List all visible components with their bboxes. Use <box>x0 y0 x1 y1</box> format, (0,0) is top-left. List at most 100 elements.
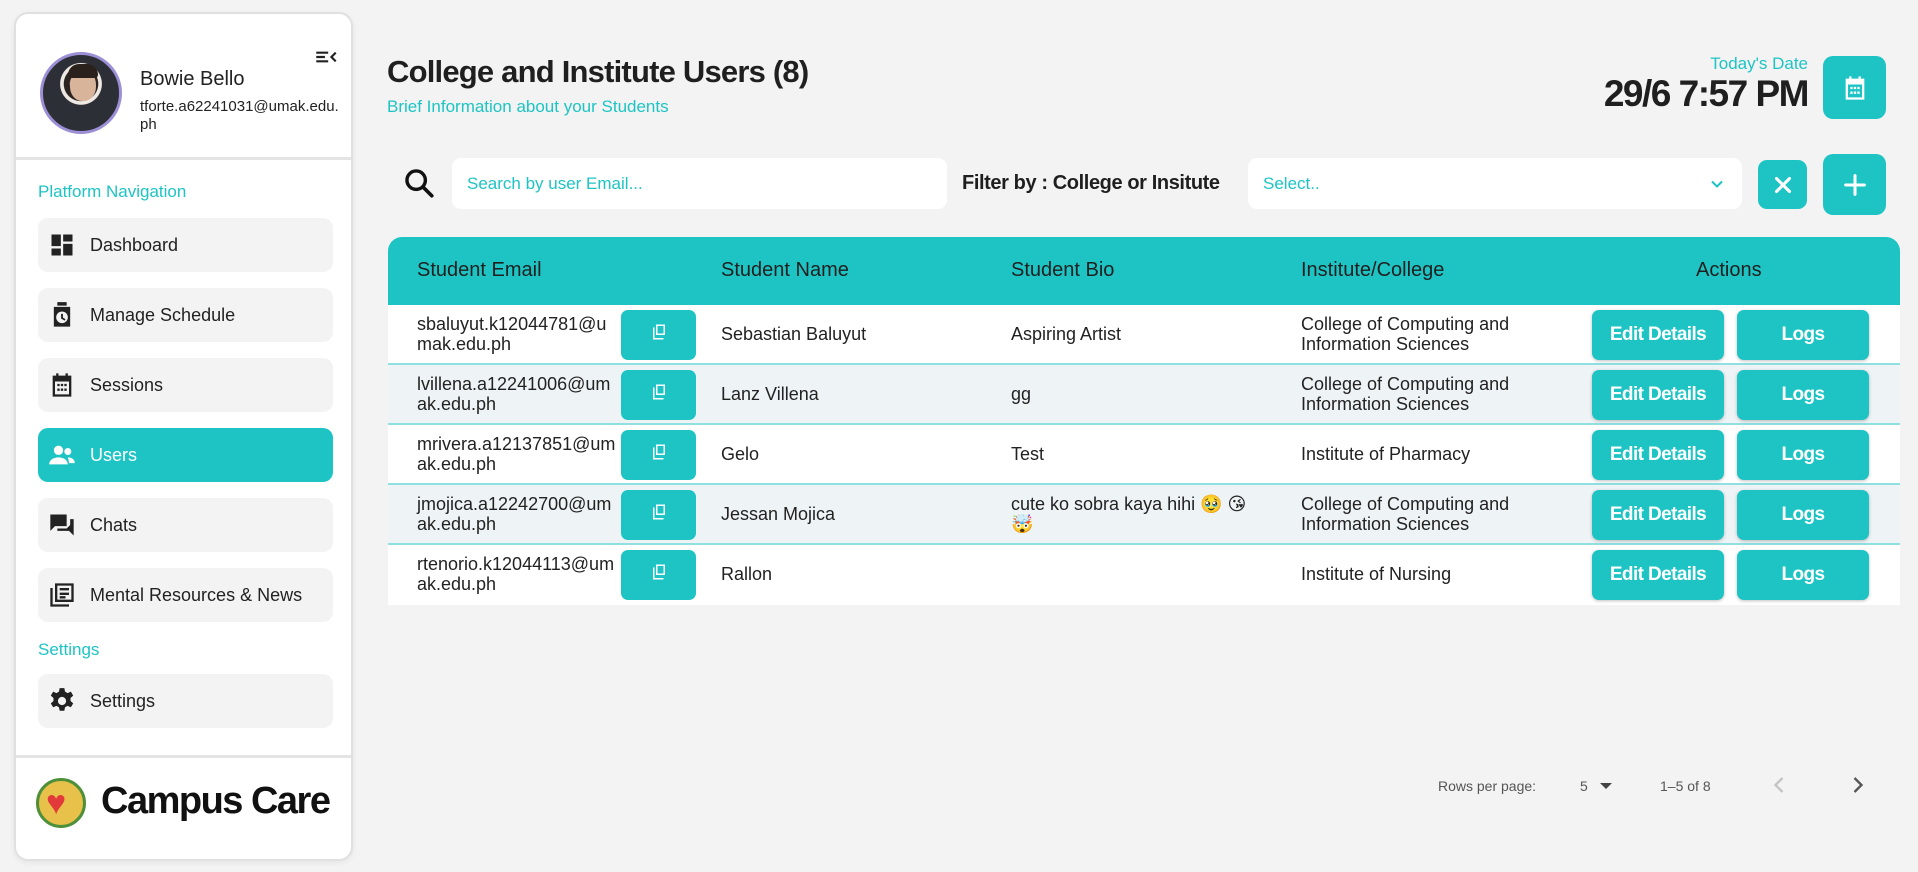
sidebar-item-label: Sessions <box>90 374 164 395</box>
add-user-button[interactable] <box>1823 154 1886 215</box>
student-name: Lanz Villena <box>721 384 819 404</box>
brand: Campus Care <box>16 755 351 861</box>
search-input[interactable] <box>452 158 947 209</box>
copy-email-button[interactable] <box>621 430 696 480</box>
copy-icon <box>652 504 665 520</box>
student-name: Gelo <box>721 444 760 464</box>
edit-details-button[interactable]: Edit Details <box>1592 550 1724 600</box>
filter-label: Filter by : College or Insitute <box>962 172 1220 194</box>
edit-details-button[interactable]: Edit Details <box>1592 430 1724 480</box>
student-name: Jessan Mojica <box>721 504 836 524</box>
edit-details-button[interactable]: Edit Details <box>1592 310 1724 360</box>
logs-button[interactable]: Logs <box>1737 490 1869 540</box>
student-email: sbaluyut.k12044781@umak.edu.ph <box>417 314 607 354</box>
campus-care-logo <box>36 778 86 828</box>
calendar-icon <box>1845 75 1864 100</box>
sidebar-item-settings[interactable]: Settings <box>38 674 333 728</box>
student-bio: gg <box>1011 384 1032 404</box>
student-bio: Aspiring Artist <box>1011 324 1122 344</box>
date-label: Today's Date <box>1710 54 1808 73</box>
date-value: 29/6 7:57 PM <box>1603 73 1810 114</box>
sidebar-item-label: Users <box>90 444 138 465</box>
sidebar-item-label: Mental Resources & News <box>90 584 303 605</box>
sidebar-item-manage-schedule[interactable]: Manage Schedule <box>38 288 333 342</box>
edit-details-button[interactable]: Edit Details <box>1592 370 1724 420</box>
clear-filter-button[interactable] <box>1758 160 1807 209</box>
student-name: Sebastian Baluyut <box>721 324 867 344</box>
student-bio: cute ko sobra kaya hihi 🥹 😘 🤯 <box>1011 494 1247 534</box>
close-icon <box>1774 176 1791 193</box>
student-institute: Institute of Pharmacy <box>1301 444 1471 464</box>
rows-per-page-label: Rows per page: <box>1438 778 1537 794</box>
search-icon <box>402 166 436 200</box>
student-institute: Institute of Nursing <box>1301 564 1452 584</box>
student-institute: College of Computing and Information Sci… <box>1301 494 1510 534</box>
sidebar-item-label: Chats <box>90 514 138 535</box>
logs-button[interactable]: Logs <box>1737 430 1869 480</box>
section-label-navigation: Platform Navigation <box>38 182 187 201</box>
brand-name: Campus Care <box>101 780 331 822</box>
rows-per-page-select[interactable]: 5 <box>1580 774 1620 798</box>
copy-email-button[interactable] <box>621 550 696 600</box>
student-email: jmojica.a12242700@umak.edu.ph <box>417 494 612 534</box>
chat-icon <box>48 511 76 539</box>
profile-card: Bowie Bello tforte.a62241031@umak.edu.ph <box>16 14 351 160</box>
copy-icon <box>652 324 665 340</box>
copy-email-button[interactable] <box>621 490 696 540</box>
chevron-left-icon <box>1773 777 1784 793</box>
caret-down-icon <box>1600 783 1612 789</box>
copy-email-button[interactable] <box>621 310 696 360</box>
column-header-email: Student Email <box>417 259 542 281</box>
sidebar-item-users[interactable]: Users <box>38 428 333 482</box>
news-icon <box>48 581 76 609</box>
users-icon <box>48 441 76 469</box>
gear-icon <box>48 687 76 715</box>
sidebar-item-dashboard[interactable]: Dashboard <box>38 218 333 272</box>
copy-email-button[interactable] <box>621 370 696 420</box>
edit-details-button[interactable]: Edit Details <box>1592 490 1724 540</box>
sidebar: Bowie Bello tforte.a62241031@umak.edu.ph… <box>14 12 353 861</box>
student-email: lvillena.a12241006@umak.edu.ph <box>417 374 611 414</box>
rows-per-page-value: 5 <box>1580 778 1588 794</box>
copy-icon <box>652 564 665 580</box>
filter-select-value: Select.. <box>1263 174 1320 193</box>
table-row: jmojica.a12242700@umak.edu.ph Jessan Moj… <box>388 485 1900 545</box>
page-subtitle: Brief Information about your Students <box>387 97 669 116</box>
pagination-range: 1–5 of 8 <box>1660 778 1711 794</box>
table-row: sbaluyut.k12044781@umak.edu.ph Sebastian… <box>388 305 1900 365</box>
sidebar-item-label: Settings <box>90 690 156 711</box>
schedule-icon <box>48 301 76 329</box>
sidebar-item-sessions[interactable]: Sessions <box>38 358 333 412</box>
calendar-icon <box>48 371 76 399</box>
student-institute: College of Computing and Information Sci… <box>1301 314 1510 354</box>
filter-select[interactable]: Select.. <box>1248 158 1742 209</box>
previous-page-button[interactable] <box>1765 770 1793 800</box>
student-institute: College of Computing and Information Sci… <box>1301 374 1510 414</box>
copy-icon <box>652 384 665 400</box>
sidebar-item-chats[interactable]: Chats <box>38 498 333 552</box>
plus-icon <box>1843 173 1866 196</box>
table-row: mrivera.a12137851@umak.edu.ph Gelo Test … <box>388 425 1900 485</box>
table-header: Student Email Student Name Student Bio I… <box>388 237 1900 305</box>
logs-button[interactable]: Logs <box>1737 550 1869 600</box>
logs-button[interactable]: Logs <box>1737 370 1869 420</box>
logs-button[interactable]: Logs <box>1737 310 1869 360</box>
collapse-sidebar-button[interactable] <box>313 44 339 70</box>
column-header-institute: Institute/College <box>1301 259 1445 281</box>
chevron-right-icon <box>1853 777 1864 793</box>
dashboard-icon <box>48 231 76 259</box>
sidebar-item-mental-resources[interactable]: Mental Resources & News <box>38 568 333 622</box>
sidebar-item-label: Dashboard <box>90 234 179 255</box>
column-header-actions: Actions <box>1696 259 1762 281</box>
menu-collapse-icon <box>316 51 337 63</box>
column-header-name: Student Name <box>721 259 849 281</box>
profile-email: tforte.a62241031@umak.edu.ph <box>140 98 339 133</box>
student-bio: Test <box>1011 444 1045 464</box>
student-email: rtenorio.k12044113@umak.edu.ph <box>417 554 615 594</box>
table-row: lvillena.a12241006@umak.edu.ph Lanz Vill… <box>388 365 1900 425</box>
section-label-settings: Settings <box>38 640 100 659</box>
calendar-button[interactable] <box>1823 56 1886 119</box>
profile-name: Bowie Bello <box>140 68 245 90</box>
avatar <box>40 52 122 134</box>
next-page-button[interactable] <box>1844 770 1872 800</box>
